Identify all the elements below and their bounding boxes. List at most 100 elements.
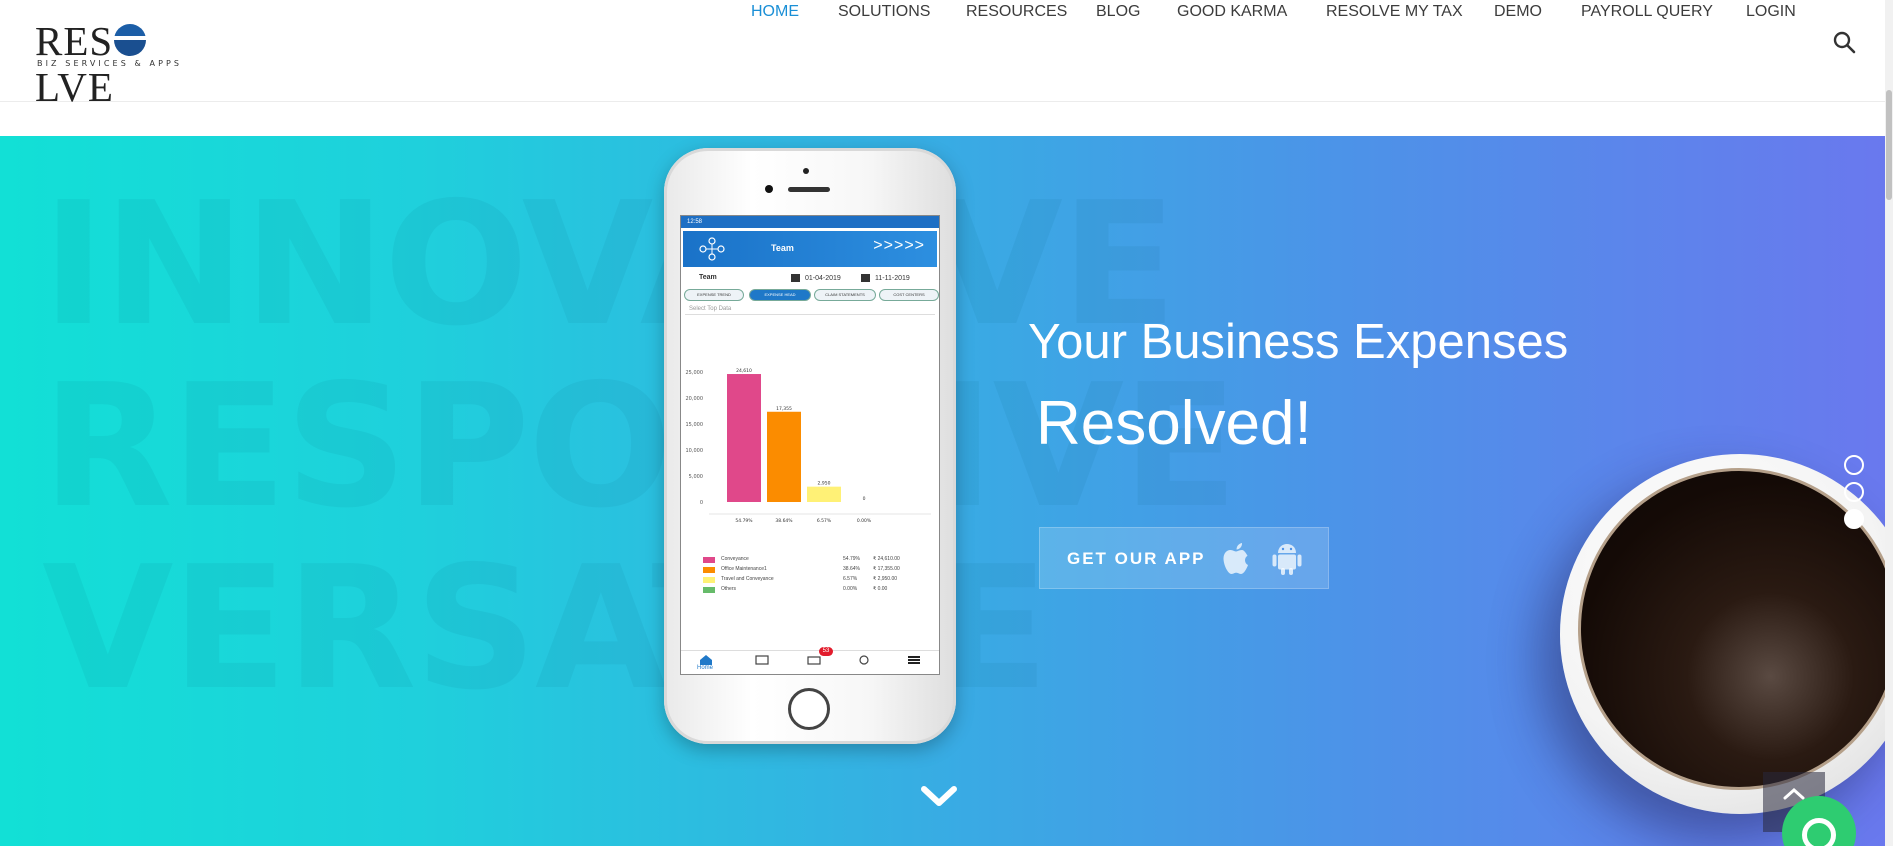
legend-category: Office Maintenance1 xyxy=(721,566,767,572)
legend-amount: ₹ 0.00 xyxy=(873,586,888,592)
hero-headline: Your Business Expenses xyxy=(1028,315,1569,369)
calendar-icon xyxy=(861,274,870,282)
chart-bar xyxy=(767,411,801,502)
slider-dot-2[interactable] xyxy=(1844,482,1864,502)
claims-tab-icon xyxy=(807,656,821,665)
search-icon[interactable] xyxy=(1832,30,1856,54)
android-icon[interactable] xyxy=(1270,541,1304,577)
wallet-tab-icon xyxy=(859,655,869,665)
app-header-title: Team xyxy=(771,243,794,253)
chart-bar xyxy=(727,374,761,502)
logo-tagline: BIZ SERVICES & APPS xyxy=(37,59,183,68)
legend-percent: 0.00% xyxy=(843,586,858,592)
app-filter-row: Team 01-04-2019 11-11-2019 xyxy=(681,267,939,287)
legend-percent: 38.64% xyxy=(843,566,860,572)
nav-login[interactable]: LOGIN xyxy=(1746,0,1796,24)
app-header-bar: Team >>>>> xyxy=(683,231,937,267)
app-tab-bar: Home 53 xyxy=(681,647,939,674)
legend-amount: ₹ 2,950.00 xyxy=(873,576,898,582)
logo-text-left: RES xyxy=(35,18,114,64)
legend-percent: 54.79% xyxy=(843,556,860,562)
legend-category: Conveyance xyxy=(721,556,749,562)
scroll-down-chevron-icon[interactable] xyxy=(920,784,958,810)
legend-swatch xyxy=(703,567,715,573)
bar-value-label: 24,610 xyxy=(736,368,752,374)
nav-home[interactable]: HOME xyxy=(751,0,799,24)
chart-legend: Conveyance 54.79% ₹ 24,610.00 Office Mainte… xyxy=(703,556,908,596)
logo-text-right: LVE xyxy=(35,64,114,110)
select-top-data: Select Top Data xyxy=(685,303,935,315)
pill-cost-centers: COST CENTERS xyxy=(879,289,939,301)
nav-resolve-my-tax[interactable]: RESOLVE MY TAX xyxy=(1326,0,1463,24)
bar-percent-label: 54.79% xyxy=(735,518,753,524)
bar-percent-label: 0.00% xyxy=(857,518,872,524)
expense-bar-chart: 25,000 20,000 15,000 10,000 5,000 0 24,610 54.7… xyxy=(686,368,931,524)
scrollbar-thumb[interactable] xyxy=(1886,90,1892,200)
nav-payroll-query[interactable]: PAYROLL QUERY xyxy=(1581,0,1713,24)
logo-globe-icon xyxy=(114,24,147,56)
chart-bar xyxy=(807,486,841,502)
calendar-icon xyxy=(791,274,800,282)
hero-section: INNOVATIVE RESPONSIVE VERSATILE 12:58 Te… xyxy=(0,136,1893,846)
phone-speaker xyxy=(788,187,830,192)
bar-value-label: 2,950 xyxy=(818,481,831,487)
page-scrollbar[interactable] xyxy=(1885,0,1893,846)
phone-front-camera xyxy=(765,185,773,193)
nav-blog[interactable]: BLOG xyxy=(1096,0,1140,24)
date-from: 01-04-2019 xyxy=(805,275,841,282)
y-tick-label: 0 xyxy=(700,500,703,506)
y-tick-label: 25,000 xyxy=(686,370,704,376)
nav-resources[interactable]: RESOURCES xyxy=(966,0,1067,24)
site-header: RESLVE BIZ SERVICES & APPS HOME SOLUTION… xyxy=(0,0,1893,110)
app-pill-tabs: EXPENSE TREND EXPENSE HEAD CLAIM STATEME… xyxy=(681,287,939,303)
nav-demo[interactable]: DEMO xyxy=(1494,0,1542,24)
pill-expense-trend: EXPENSE TREND xyxy=(684,289,744,301)
legend-category: Travel and Conveyance xyxy=(721,576,774,582)
logo[interactable]: RESLVE BIZ SERVICES & APPS xyxy=(35,18,205,110)
bar-value-label: 0 xyxy=(863,496,866,502)
legend-amount: ₹ 17,355.00 xyxy=(873,566,900,572)
legend-row: Conveyance 54.79% ₹ 24,610.00 xyxy=(703,556,908,566)
bar-percent-label: 38.64% xyxy=(775,518,793,524)
app-header-arrows: >>>>> xyxy=(873,237,925,254)
phone-sensor xyxy=(803,168,809,174)
legend-swatch xyxy=(703,577,715,583)
bar-value-label: 17,355 xyxy=(776,406,792,412)
y-tick-label: 5,000 xyxy=(689,474,703,480)
legend-category: Others xyxy=(721,586,737,592)
phone-mockup: 12:58 Team >>>>> Team 01-04-2019 11-11-2… xyxy=(664,148,956,744)
home-tab-icon xyxy=(700,655,712,665)
chat-bubble-icon xyxy=(1802,818,1836,846)
notification-badge: 53 xyxy=(819,647,833,656)
bar-percent-label: 6.57% xyxy=(817,518,832,524)
date-to: 11-11-2019 xyxy=(875,275,910,282)
y-tick-label: 20,000 xyxy=(686,396,704,402)
nav-good-karma[interactable]: GOOD KARMA xyxy=(1177,0,1287,24)
legend-percent: 6.57% xyxy=(843,576,858,582)
team-dropdown-label: Team xyxy=(699,274,717,281)
phone-status-bar: 12:58 xyxy=(681,216,939,228)
pill-claim-statements: CLAIM STATEMENTS xyxy=(814,289,876,301)
phone-home-button xyxy=(788,688,830,730)
hero-subheadline: Resolved! xyxy=(1036,389,1312,458)
team-network-icon xyxy=(699,237,725,261)
y-tick-label: 10,000 xyxy=(686,448,704,454)
nav-solutions[interactable]: SOLUTIONS xyxy=(838,0,930,24)
legend-row: Others 0.00% ₹ 0.00 xyxy=(703,586,908,596)
legend-swatch xyxy=(703,557,715,563)
y-tick-label: 15,000 xyxy=(686,422,704,428)
menu-tab-icon xyxy=(908,656,920,664)
home-tab-label: Home xyxy=(697,665,714,671)
phone-screen: 12:58 Team >>>>> Team 01-04-2019 11-11-2… xyxy=(680,215,940,675)
apple-icon[interactable] xyxy=(1220,542,1252,576)
legend-swatch xyxy=(703,587,715,593)
get-our-app-label: GET OUR APP xyxy=(1067,549,1206,568)
get-our-app-button[interactable]: GET OUR APP xyxy=(1039,527,1329,589)
card-tab-icon xyxy=(755,655,769,665)
pill-expense-head: EXPENSE HEAD xyxy=(749,289,811,301)
legend-row: Travel and Conveyance 6.57% ₹ 2,950.00 xyxy=(703,576,908,586)
slider-dot-1[interactable] xyxy=(1844,455,1864,475)
legend-row: Office Maintenance1 38.64% ₹ 17,355.00 xyxy=(703,566,908,576)
slider-dot-3[interactable] xyxy=(1844,509,1864,529)
legend-amount: ₹ 24,610.00 xyxy=(873,556,900,562)
